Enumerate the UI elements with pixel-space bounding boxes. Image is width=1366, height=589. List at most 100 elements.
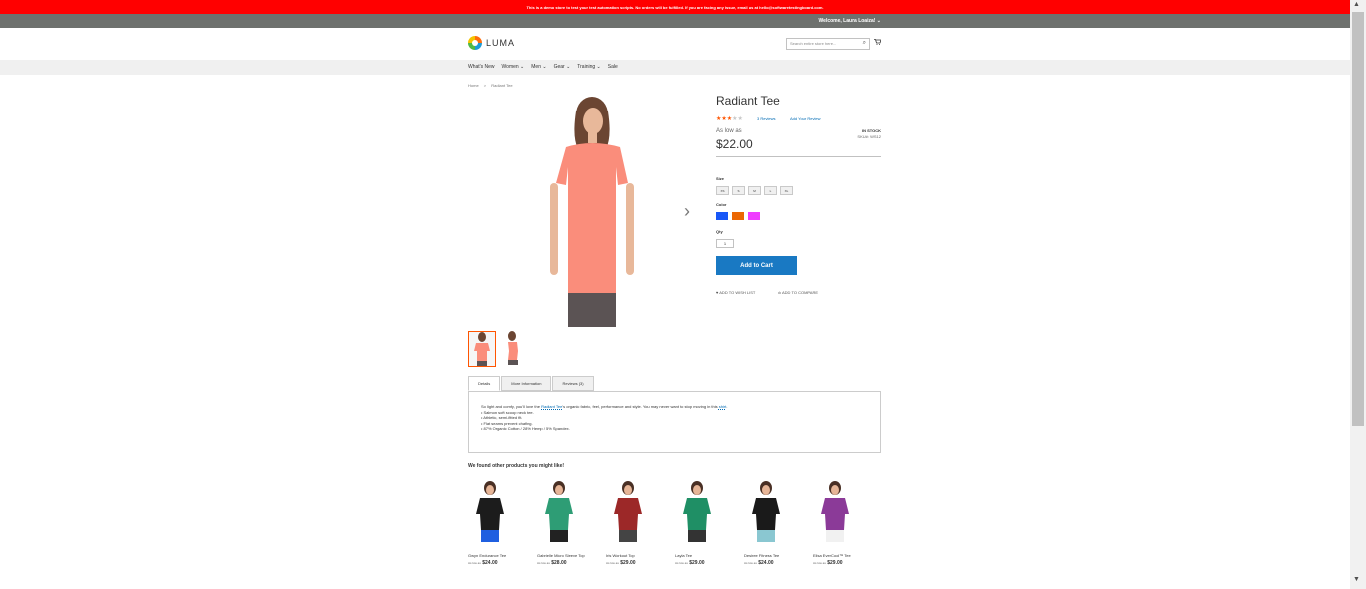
size-option-xs[interactable]: XS (716, 186, 729, 195)
related-product-name[interactable]: Iris Workout Top (606, 553, 668, 558)
related-product-price: As low as $24.00 (468, 560, 530, 566)
related-product-name[interactable]: Gabrielle Micro Sleeve Top (537, 553, 599, 558)
related-product-name[interactable]: Desiree Fitness Tee (744, 553, 806, 558)
nav-item-women[interactable]: Women ⌄ (502, 64, 525, 70)
related-product-image[interactable] (606, 480, 650, 544)
color-swatch-orange[interactable] (732, 212, 744, 220)
breadcrumb-separator: > (483, 83, 487, 88)
related-product-name[interactable]: Gwyn Endurance Tee (468, 553, 530, 558)
related-product-card[interactable]: Gabrielle Micro Sleeve Top As low as $28.… (537, 480, 599, 566)
details-intro-text: So light and comfy, you'll love the (481, 404, 540, 409)
product-sku: SKU#: WS12 (857, 134, 881, 139)
cart-icon[interactable] (874, 39, 882, 47)
reviews-link[interactable]: 3 Reviews (757, 116, 775, 121)
page-header: LUMA Search entire store here... ⌕ (0, 28, 1350, 60)
size-option-l[interactable]: L (764, 186, 777, 195)
add-to-compare-link[interactable]: ılı ADD TO COMPARE (778, 290, 818, 295)
breadcrumb: Home > Radiant Tee (468, 83, 513, 88)
demo-store-banner: This is a demo store to test your test a… (0, 0, 1350, 14)
related-product-image[interactable] (537, 480, 581, 544)
price-value: $24.00 (482, 560, 498, 566)
related-product-image[interactable] (813, 480, 857, 544)
price-value: $29.00 (827, 560, 843, 566)
search-input[interactable]: Search entire store here... ⌕ (786, 38, 870, 50)
nav-item-training[interactable]: Training ⌄ (577, 64, 600, 70)
related-product-name[interactable]: Elisa EverCool™ Tee (813, 553, 875, 558)
nav-item-whats-new[interactable]: What's New (468, 64, 495, 70)
rating-stars-filled: ★★★ (716, 116, 733, 122)
size-option-m[interactable]: M (748, 186, 761, 195)
store-logo[interactable]: LUMA (468, 36, 515, 50)
related-product-price: As low as $29.00 (675, 560, 737, 566)
customer-welcome-menu[interactable]: Welcome, Laura Loaiza! ⌄ (819, 18, 881, 24)
stock-status: IN STOCK (861, 128, 881, 133)
related-product-card[interactable]: Desiree Fitness Tee As low as $24.00 (744, 480, 806, 566)
nav-item-men[interactable]: Men ⌄ (531, 64, 546, 70)
product-main-image[interactable] (536, 97, 648, 327)
tab-details[interactable]: Details (468, 376, 501, 391)
breadcrumb-home[interactable]: Home (468, 83, 479, 88)
related-product-card[interactable]: Iris Workout Top As low as $29.00 (606, 480, 668, 566)
divider (716, 156, 881, 157)
price-value: $24.00 (758, 560, 774, 566)
price-value: $28.00 (551, 560, 567, 566)
color-label: Color (716, 202, 727, 207)
scroll-up-arrow-icon[interactable]: ▲ (1353, 1, 1360, 8)
as-low-as-label: As low as (675, 561, 688, 565)
related-product-price: As low as $24.00 (744, 560, 806, 566)
related-product-card[interactable]: Layla Tee As low as $29.00 (675, 480, 737, 566)
search-placeholder: Search entire store here... (790, 41, 837, 46)
demo-banner-text: This is a demo store to test your test a… (526, 4, 824, 10)
logo-text: LUMA (486, 38, 516, 48)
as-low-as-label: As low as (606, 561, 619, 565)
size-label: Size (716, 176, 725, 181)
gallery-next-arrow-icon[interactable]: › (684, 201, 690, 222)
product-thumbnail[interactable] (468, 331, 496, 367)
qty-input[interactable]: 1 (716, 239, 734, 248)
related-product-image[interactable] (744, 480, 788, 544)
product-price: $22.00 (716, 137, 753, 151)
details-intro-end: . (726, 404, 728, 409)
product-info-tabs: Details More Information Reviews (3) (468, 376, 595, 391)
scrollbar-thumb[interactable] (1352, 12, 1364, 426)
product-thumbnail[interactable] (500, 331, 528, 367)
thumbnail-image (469, 332, 495, 366)
details-product-link[interactable]: Radiant Tee (541, 404, 562, 409)
nav-item-gear[interactable]: Gear ⌄ (554, 64, 571, 70)
tab-more-information[interactable]: More Information (501, 376, 552, 391)
size-option-xl[interactable]: XL (780, 186, 793, 195)
search-icon[interactable]: ⌕ (863, 40, 866, 47)
rating-stars-empty: ★★ (732, 116, 743, 122)
tab-reviews[interactable]: Reviews (3) (552, 376, 594, 391)
price-value: $29.00 (620, 560, 636, 566)
related-product-price: As low as $29.00 (813, 560, 875, 566)
as-low-as-label: As low as (537, 561, 550, 565)
add-to-cart-button[interactable]: Add to Cart (716, 256, 797, 275)
related-product-price: As low as $28.00 (537, 560, 599, 566)
panel-header: Welcome, Laura Loaiza! ⌄ (0, 14, 1350, 28)
rating-stars: ★★★★★ (716, 115, 743, 122)
color-swatch-purple[interactable] (748, 212, 760, 220)
as-low-as-label: As low as (744, 561, 757, 565)
details-intro-text-2: 's organic fabric, feel, performance and… (562, 404, 718, 409)
related-product-image[interactable] (675, 480, 719, 544)
as-low-as-label: As low as (716, 128, 742, 134)
list-item: • 87% Organic Cotton / 28% Hemp / 5% Spa… (481, 426, 570, 431)
qty-label: Qty (716, 229, 723, 234)
size-option-s[interactable]: S (732, 186, 745, 195)
add-review-link[interactable]: Add Your Review (790, 116, 820, 121)
related-product-card[interactable]: Gwyn Endurance Tee As low as $24.00 (468, 480, 530, 566)
color-swatch-blue[interactable] (716, 212, 728, 220)
nav-item-sale[interactable]: Sale (608, 64, 618, 70)
thumbnail-image (500, 331, 526, 365)
related-product-card[interactable]: Elisa EverCool™ Tee As low as $29.00 (813, 480, 875, 566)
luma-logo-icon (468, 36, 482, 50)
price-value: $29.00 (689, 560, 705, 566)
add-to-wishlist-link[interactable]: ♥ ADD TO WISH LIST (716, 290, 755, 295)
related-product-name[interactable]: Layla Tee (675, 553, 737, 558)
scroll-down-arrow-icon[interactable]: ▼ (1353, 576, 1360, 583)
related-products-title: We found other products you might like! (468, 463, 565, 469)
related-product-price: As low as $29.00 (606, 560, 668, 566)
related-product-image[interactable] (468, 480, 512, 544)
details-bullet-list: • Salmon soft scoop neck tee. • Athletic… (481, 410, 868, 432)
